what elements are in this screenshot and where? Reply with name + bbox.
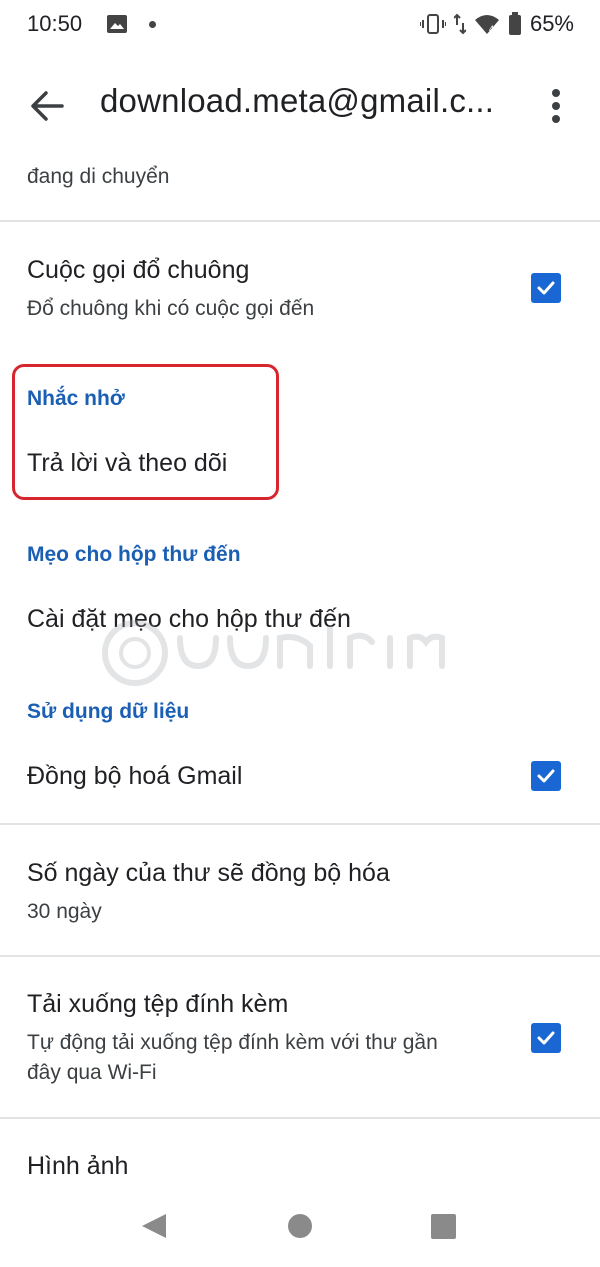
ringtone-call-checkbox[interactable] [531, 273, 561, 303]
section-header-inbox-tips: Mẹo cho hộp thư đến [27, 543, 241, 566]
image-icon [107, 15, 127, 33]
status-icons: 4 65% [419, 11, 574, 37]
more-vert-icon[interactable] [544, 88, 568, 124]
nav-home-icon[interactable] [288, 1214, 312, 1238]
sync-gmail-checkbox[interactable] [531, 761, 561, 791]
checkmark-icon [537, 281, 555, 295]
highlight-box [12, 364, 279, 500]
setting-title: Số ngày của thư sẽ đồng bộ hóa [27, 859, 390, 887]
divider [0, 955, 600, 957]
setting-title: Hình ảnh [27, 1152, 129, 1180]
svg-text:4: 4 [489, 24, 494, 34]
back-arrow-icon[interactable] [28, 88, 68, 124]
status-time: 10:50 [27, 11, 83, 36]
section-header-data-usage: Sử dụng dữ liệu [27, 700, 190, 723]
setting-subtitle-line2: đây qua Wi-Fi [27, 1061, 157, 1084]
battery-icon [508, 12, 521, 35]
app-bar: download.meta@gmail.c... [0, 52, 600, 158]
setting-title: Đồng bộ hoá Gmail [27, 762, 243, 790]
divider [0, 1117, 600, 1119]
setting-subtitle-line1: Tự động tải xuống tệp đính kèm với thư g… [27, 1031, 438, 1054]
section-header-reminders: Nhắc nhở [27, 387, 125, 410]
nav-back-icon[interactable] [140, 1212, 168, 1240]
partial-item-subtitle: đang di chuyển [27, 165, 170, 188]
data-arrows-icon [453, 13, 466, 35]
download-attachments-checkbox[interactable] [531, 1023, 561, 1053]
setting-subtitle: Đổ chuông khi có cuộc gọi đến [27, 297, 315, 320]
account-title: download.meta@gmail.c... [100, 82, 495, 119]
watermark-logo [102, 620, 445, 686]
status-bar: 10:50 4 65% [0, 0, 600, 52]
divider [0, 220, 600, 222]
battery-percent: 65% [529, 11, 574, 36]
navigation-bar [0, 1186, 600, 1267]
vibrate-icon [419, 14, 446, 34]
dot-icon [149, 21, 156, 28]
divider [0, 823, 600, 825]
wifi-icon: 4 [474, 15, 499, 34]
checkmark-icon [537, 769, 555, 783]
checkmark-icon [537, 1031, 555, 1045]
nav-recents-icon[interactable] [431, 1214, 456, 1239]
setting-subtitle: 30 ngày [27, 900, 102, 923]
setting-title: Tải xuống tệp đính kèm [27, 990, 289, 1018]
setting-title: Cuộc gọi đổ chuông [27, 256, 250, 284]
setting-title: Trả lời và theo dõi [27, 449, 228, 477]
